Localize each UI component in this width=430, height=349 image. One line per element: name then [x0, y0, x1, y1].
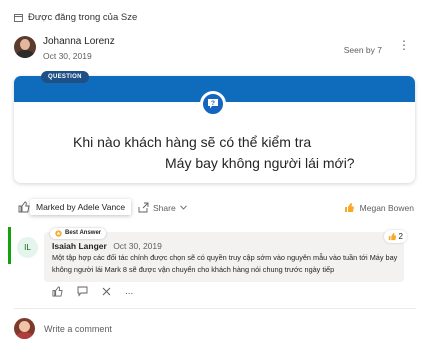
comment-input[interactable]: Write a comment — [44, 324, 112, 334]
marked-by-tooltip: Marked by Adele Vance — [30, 199, 132, 215]
best-answer-reply: IL Best Answer Isaiah Langer Oct 30, 201… — [8, 227, 413, 282]
calendar-icon — [14, 13, 23, 22]
reaction-count-value: 2 — [398, 232, 403, 241]
question-card: ? Khi nào khách hàng sẽ có thể kiểm tra … — [14, 76, 415, 183]
question-text-line-2: Máy bay không người lái mới? — [165, 155, 355, 171]
star-icon — [55, 230, 62, 237]
posted-in-text: Được đăng trong của Sze — [28, 12, 138, 23]
posted-in-label: Được đăng trong của Sze — [14, 12, 137, 23]
answer-actions: ... — [52, 286, 133, 297]
like-icon[interactable] — [18, 201, 30, 215]
answer-avatar[interactable]: IL — [17, 237, 38, 258]
divider — [14, 308, 416, 309]
share-icon — [138, 202, 149, 213]
close-icon[interactable] — [102, 287, 111, 296]
reaction-count[interactable]: 2 — [383, 230, 407, 243]
like-icon[interactable] — [52, 286, 63, 297]
like-reaction-icon — [344, 202, 355, 213]
best-answer-label: Best Answer — [65, 230, 102, 236]
question-text-line-1: Khi nào khách hàng sẽ có thể kiểm tra — [73, 134, 312, 150]
post-date: Oct 30, 2019 — [43, 51, 92, 61]
liked-by[interactable]: Megan Bowen — [344, 202, 414, 213]
answer-text: Một tập hợp các đối tác chính được chọn … — [52, 253, 398, 274]
share-label: Share — [153, 202, 176, 213]
chevron-down-icon — [179, 205, 187, 210]
liked-by-name: Megan Bowen — [359, 202, 414, 213]
current-user-avatar — [14, 318, 35, 339]
comment-composer[interactable]: Write a comment — [14, 318, 112, 339]
post-author: Johanna Lorenz Oct 30, 2019 — [14, 36, 115, 61]
answer-author[interactable]: Isaiah Langer — [52, 241, 107, 251]
answer-date: Oct 30, 2019 — [113, 241, 162, 251]
comment-icon[interactable] — [77, 286, 88, 297]
best-answer-indicator — [8, 227, 11, 264]
seen-by-count[interactable]: Seen by 7 — [344, 45, 382, 55]
more-options-icon[interactable]: ... — [125, 286, 133, 297]
author-name[interactable]: Johanna Lorenz — [43, 36, 115, 48]
question-badge: QUESTION — [41, 71, 89, 83]
best-answer-badge: Best Answer — [50, 228, 107, 239]
share-button[interactable]: Share — [138, 202, 187, 213]
more-options-icon[interactable]: ⋮ — [398, 39, 410, 51]
svg-text:?: ? — [211, 100, 215, 107]
author-avatar[interactable] — [14, 36, 36, 58]
answer-meta: Isaiah Langer Oct 30, 2019 — [52, 241, 162, 251]
question-icon: ? — [200, 91, 226, 117]
like-reaction-icon — [388, 232, 397, 241]
